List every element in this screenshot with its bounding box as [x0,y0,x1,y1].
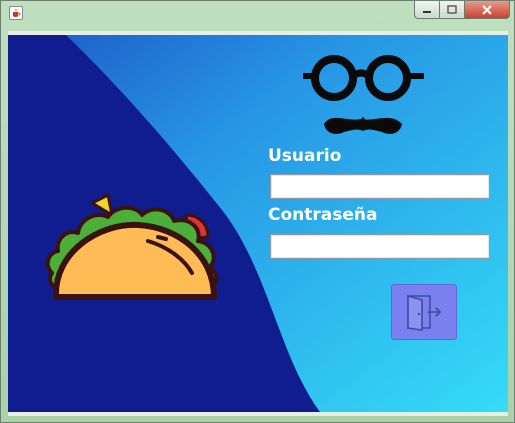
window-controls [414,1,510,20]
door-exit-icon [407,294,442,331]
password-label: Contraseña [268,205,378,225]
close-icon [482,4,492,15]
window-bottom-border [1,416,514,423]
login-button[interactable] [391,284,457,340]
title-bar[interactable] [1,1,514,25]
maximize-button[interactable] [440,1,465,19]
app-window: Usuario Contraseña [0,0,515,423]
username-input[interactable] [270,174,490,199]
glasses-mustache-icon [303,55,424,134]
password-input[interactable] [270,234,490,259]
java-cup-icon[interactable] [9,6,23,20]
maximize-icon [447,5,457,14]
close-button[interactable] [465,1,510,19]
taco-icon [45,193,219,300]
minimize-icon [423,10,431,13]
login-panel: Usuario Contraseña [8,31,508,416]
minimize-button[interactable] [414,1,440,19]
username-label: Usuario [268,146,342,166]
